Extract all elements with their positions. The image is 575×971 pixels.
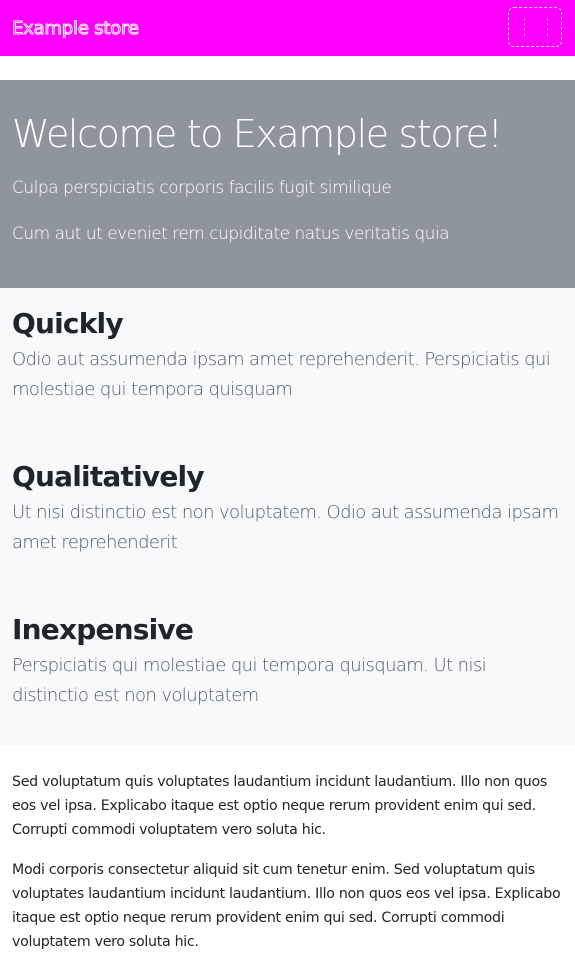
feature-text: Perspiciatis qui molestiae qui tempora q…: [12, 655, 487, 706]
feature-title: Quickly: [12, 307, 124, 340]
hero-subtitle-line: Cum aut ut eveniet rem cupiditate natus …: [12, 224, 450, 244]
navbar: Example store: [0, 0, 575, 56]
feature-title: Inexpensive: [12, 613, 194, 646]
hero-subtitle-line: Culpa perspiciatis corporis facilis fugi…: [12, 178, 392, 198]
brand-link[interactable]: Example store: [12, 17, 140, 41]
hero-title: Welcome to Example store!: [12, 112, 503, 156]
feature-title: Qualitatively: [12, 460, 205, 493]
content-paragraph: Modi corporis consectetur aliquid sit cu…: [12, 862, 561, 950]
navbar-toggler-button[interactable]: [508, 7, 562, 47]
feature-text: Ut nisi distinctio est non voluptatem. O…: [12, 502, 559, 553]
feature-item-qualitatively: Qualitatively Ut nisi distinctio est non…: [12, 458, 564, 558]
features-section: Quickly Odio aut assumenda ipsam amet re…: [0, 288, 575, 746]
feature-item-inexpensive: Inexpensive Perspiciatis qui molestiae q…: [12, 611, 564, 711]
hamburger-icon: [524, 18, 548, 36]
content-paragraph: Sed voluptatum quis voluptates laudantiu…: [12, 774, 547, 838]
feature-text: Odio aut assumenda ipsam amet reprehende…: [12, 349, 551, 400]
feature-item-quickly: Quickly Odio aut assumenda ipsam amet re…: [12, 305, 564, 405]
hero-banner: Welcome to Example store! Culpa perspici…: [0, 80, 575, 288]
